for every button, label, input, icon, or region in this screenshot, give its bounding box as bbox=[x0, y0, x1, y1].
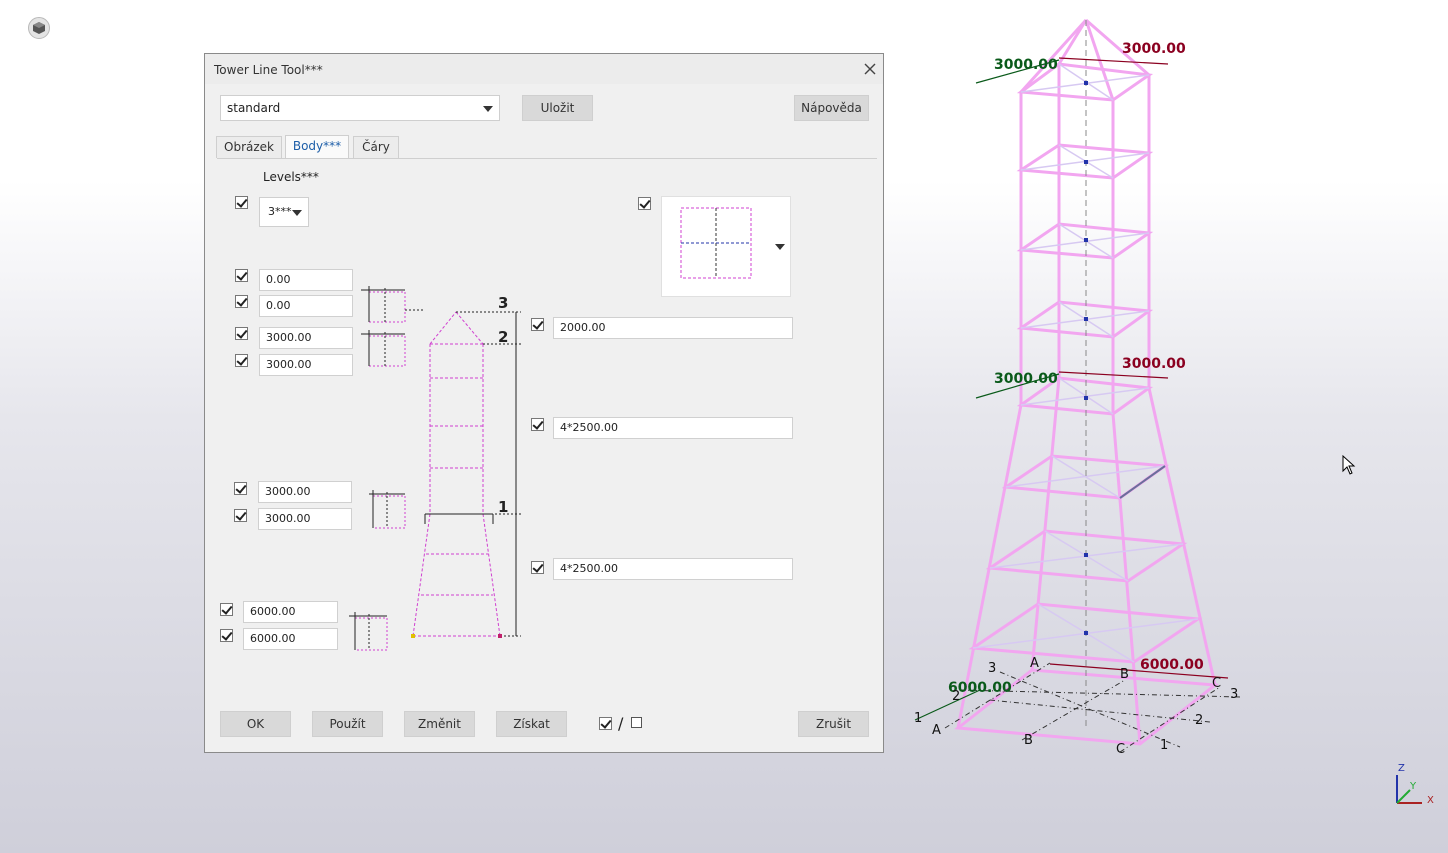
base-dim-y: 6000.00 bbox=[1140, 657, 1204, 673]
change-button[interactable]: Změnit bbox=[404, 711, 475, 737]
top-dim-x: 3000.00 bbox=[994, 57, 1058, 73]
help-button[interactable]: Nápověda bbox=[794, 95, 869, 121]
axis-triad-icon: Z Y X bbox=[1396, 763, 1434, 806]
uncheck-all-icon bbox=[631, 717, 642, 728]
grid-label-c-bottom: C bbox=[1116, 742, 1125, 757]
levels-value: 3*** bbox=[268, 205, 292, 218]
section-square-icon bbox=[680, 207, 752, 279]
mid-2-field[interactable]: 3000.00 bbox=[259, 354, 353, 376]
chevron-down-icon bbox=[483, 106, 493, 112]
cancel-button[interactable]: Zrušit bbox=[798, 711, 869, 737]
mid-2-checkbox[interactable] bbox=[235, 354, 248, 367]
mid-1-field[interactable]: 3000.00 bbox=[259, 327, 353, 349]
svg-text:X: X bbox=[1427, 795, 1434, 806]
svg-text:Z: Z bbox=[1398, 763, 1405, 774]
mid-dim-x: 3000.00 bbox=[994, 371, 1058, 387]
base-1-checkbox[interactable] bbox=[220, 603, 233, 616]
top-dimension-glyph bbox=[361, 286, 425, 367]
top-2-checkbox[interactable] bbox=[235, 295, 248, 308]
toggle-all-checkboxes[interactable]: / bbox=[599, 714, 649, 733]
low-2-field[interactable]: 3000.00 bbox=[258, 508, 352, 530]
level-mark-3: 3 bbox=[498, 294, 508, 312]
grid-label-c-top: C bbox=[1212, 676, 1221, 691]
check-all-icon bbox=[599, 717, 612, 730]
tab-body[interactable]: Body*** bbox=[285, 135, 349, 159]
grid-label-2-right: 2 bbox=[1195, 713, 1203, 728]
apply-button[interactable]: Použít bbox=[312, 711, 383, 737]
base-dimension-glyph bbox=[349, 612, 388, 651]
tab-obrazek[interactable]: Obrázek bbox=[216, 136, 282, 158]
grid-label-3-left: 3 bbox=[988, 661, 996, 676]
chevron-down-icon bbox=[292, 210, 302, 216]
height-3-checkbox[interactable] bbox=[531, 318, 544, 331]
grid-label-b-bottom: B bbox=[1024, 733, 1033, 748]
grid-label-b-top: B bbox=[1120, 667, 1129, 682]
grid-label-2-left: 2 bbox=[952, 689, 960, 704]
tab-divider bbox=[217, 158, 877, 159]
base-2-checkbox[interactable] bbox=[220, 629, 233, 642]
mouse-cursor-icon bbox=[1342, 455, 1356, 475]
height-2-field[interactable]: 4*2500.00 bbox=[553, 417, 793, 439]
height-1-checkbox[interactable] bbox=[531, 561, 544, 574]
top-2-field[interactable]: 0.00 bbox=[259, 295, 353, 317]
toggle-separator: / bbox=[618, 714, 624, 733]
dialog-title: Tower Line Tool*** bbox=[214, 63, 323, 77]
base-2-field[interactable]: 6000.00 bbox=[243, 628, 338, 650]
level-mark-2: 2 bbox=[498, 328, 508, 346]
levels-checkbox[interactable] bbox=[235, 196, 248, 209]
tower-line-tool-dialog: Tower Line Tool*** standard Uložit Nápov… bbox=[204, 53, 884, 753]
tab-cary[interactable]: Čáry bbox=[353, 136, 399, 158]
get-button[interactable]: Získat bbox=[496, 711, 567, 737]
grid-label-a-bottom: A bbox=[932, 723, 941, 738]
grid-label-3-right: 3 bbox=[1230, 687, 1238, 702]
ok-button[interactable]: OK bbox=[220, 711, 291, 737]
height-2-checkbox[interactable] bbox=[531, 418, 544, 431]
top-dim-y: 3000.00 bbox=[1122, 41, 1186, 57]
low-2-checkbox[interactable] bbox=[234, 509, 247, 522]
grid-label-1-left: 1 bbox=[914, 711, 922, 726]
low-1-field[interactable]: 3000.00 bbox=[258, 481, 352, 503]
height-1-field[interactable]: 4*2500.00 bbox=[553, 558, 793, 580]
top-1-field[interactable]: 0.00 bbox=[259, 269, 353, 291]
grid-label-a-top: A bbox=[1030, 656, 1039, 671]
top-1-checkbox[interactable] bbox=[235, 269, 248, 282]
base-1-field[interactable]: 6000.00 bbox=[243, 601, 338, 623]
chevron-down-icon bbox=[775, 244, 785, 250]
height-3-field[interactable]: 2000.00 bbox=[553, 317, 793, 339]
section-checkbox[interactable] bbox=[638, 197, 651, 210]
low-dimension-glyph bbox=[369, 490, 406, 529]
section-shape-select[interactable] bbox=[661, 196, 791, 297]
level-mark-1: 1 bbox=[498, 498, 508, 516]
levels-select[interactable]: 3*** bbox=[259, 197, 309, 227]
save-button[interactable]: Uložit bbox=[522, 95, 593, 121]
low-1-checkbox[interactable] bbox=[234, 482, 247, 495]
mid-1-checkbox[interactable] bbox=[235, 327, 248, 340]
mid-dim-y: 3000.00 bbox=[1122, 356, 1186, 372]
svg-text:Y: Y bbox=[1409, 781, 1417, 792]
preset-value: standard bbox=[227, 101, 281, 115]
close-icon[interactable] bbox=[863, 62, 877, 76]
levels-label: Levels*** bbox=[263, 170, 319, 184]
grid-label-1-right: 1 bbox=[1160, 738, 1168, 753]
preset-select[interactable]: standard bbox=[220, 95, 500, 121]
dialog-titlebar[interactable]: Tower Line Tool*** bbox=[205, 54, 883, 84]
